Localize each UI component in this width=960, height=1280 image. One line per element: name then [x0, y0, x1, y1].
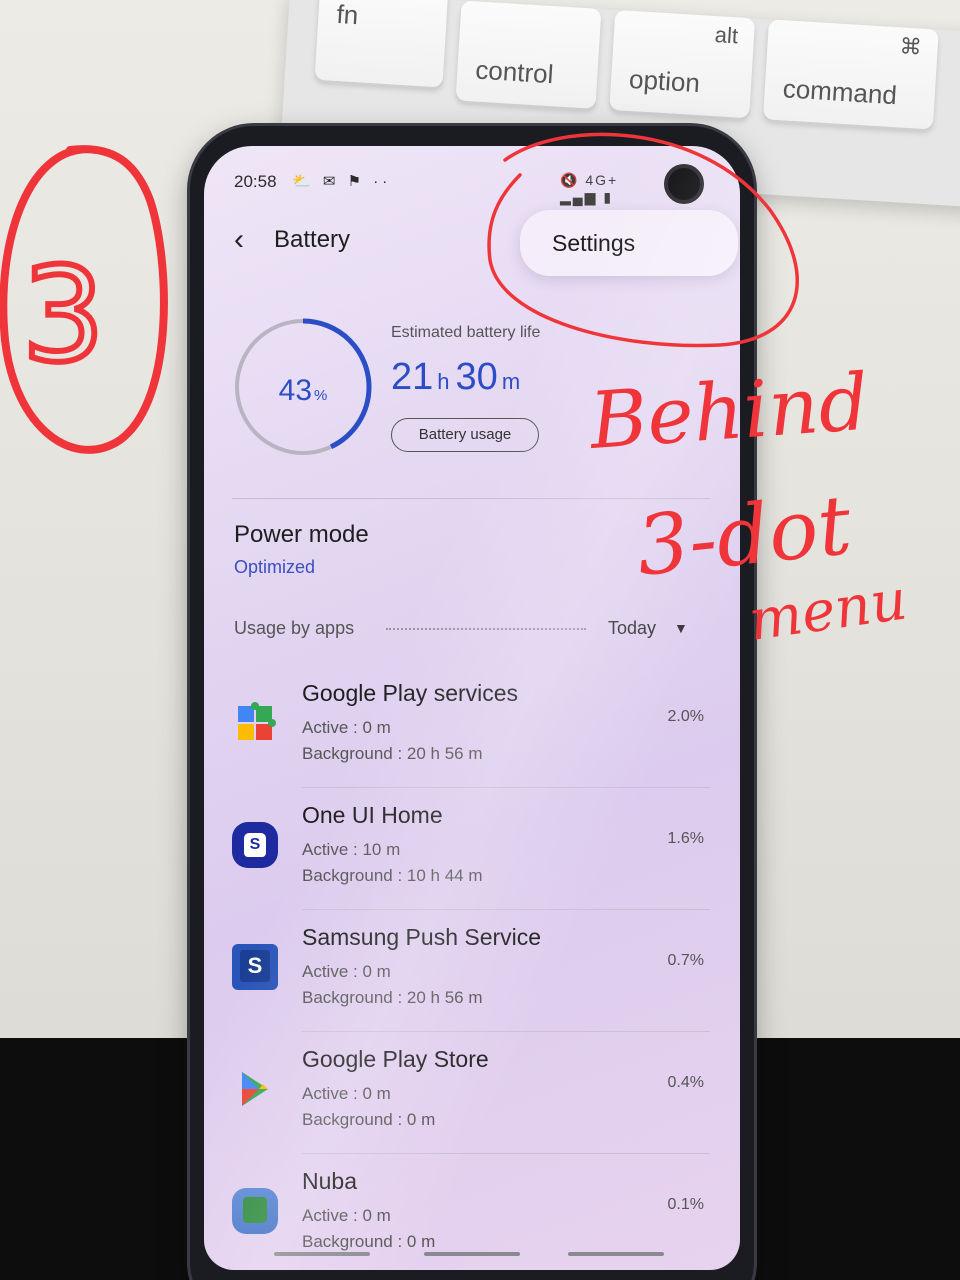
est-minutes-unit: m	[501, 369, 521, 394]
app-active-time: Active : 0 m	[302, 1084, 391, 1103]
app-usage-percent: 0.4%	[667, 1074, 704, 1091]
status-bar: 20:58 ⛅ ✉ ⚑ ·· 🔇 4G+ ▂▄▆ ▮	[234, 172, 654, 205]
list-item[interactable]: S Samsung Push Service Active : 0 m Back…	[204, 910, 740, 1032]
divider	[232, 498, 710, 499]
battery-summary: 43% Estimated battery life 21 h 30 m Batter…	[204, 286, 740, 506]
app-active-time: Active : 0 m	[302, 962, 391, 981]
app-background-time: Background : 20 h 56 m	[302, 744, 483, 763]
battery-percent: 43%	[232, 374, 374, 408]
power-mode-value: Optimized	[234, 557, 316, 577]
nav-home-button[interactable]	[424, 1252, 520, 1256]
settings-menu-item[interactable]: Settings	[520, 210, 738, 276]
dotted-leader	[386, 628, 586, 630]
app-name: One UI Home	[302, 802, 443, 828]
power-mode-item[interactable]: Power mode Optimized	[234, 521, 369, 578]
app-name: Google Play Store	[302, 1046, 489, 1072]
usage-by-apps-header: Usage by apps Today ▼	[234, 616, 704, 644]
camera-icon	[664, 164, 704, 204]
status-time: 20:58	[234, 172, 277, 191]
estimated-life-value: 21 h 30 m	[391, 356, 526, 399]
app-background-time: Background : 0 m	[302, 1232, 436, 1251]
app-name: Google Play services	[302, 680, 519, 706]
power-mode-title: Power mode	[234, 521, 369, 548]
nuba-icon	[232, 1188, 278, 1234]
app-usage-percent: 2.0%	[667, 708, 704, 725]
key-control: control	[455, 0, 602, 109]
app-background-time: Background : 0 m	[302, 1110, 436, 1129]
app-background-time: Background : 20 h 56 m	[302, 988, 483, 1007]
battery-percent-value: 43	[278, 374, 313, 407]
key-option: alt option	[609, 9, 756, 119]
app-active-time: Active : 10 m	[302, 840, 401, 859]
key-command: ⌘ command	[762, 19, 939, 130]
list-item[interactable]: Google Play services Active : 0 m Backgr…	[204, 666, 740, 788]
list-item[interactable]: S One UI Home Active : 10 m Background :…	[204, 788, 740, 910]
play-store-icon	[242, 1072, 268, 1106]
app-name: Samsung Push Service	[302, 924, 542, 950]
app-usage-percent: 0.7%	[667, 952, 704, 969]
puzzle-icon	[238, 702, 276, 740]
est-minutes: 30	[455, 356, 498, 398]
battery-percent-unit: %	[314, 387, 328, 404]
app-usage-list: Google Play services Active : 0 m Backgr…	[204, 666, 740, 1270]
app-name: Nuba	[302, 1168, 357, 1194]
app-active-time: Active : 0 m	[302, 1206, 391, 1225]
est-hours-unit: h	[437, 369, 450, 394]
usage-by-apps-label: Usage by apps	[234, 618, 355, 638]
navigation-bar	[204, 1252, 740, 1260]
nav-recents-button[interactable]	[274, 1252, 370, 1256]
notification-icons: ⛅ ✉ ⚑ ··	[292, 173, 392, 190]
nav-back-button[interactable]	[568, 1252, 664, 1256]
app-active-time: Active : 0 m	[302, 718, 391, 737]
home-s-icon: S	[232, 822, 278, 868]
key-fn: fn	[314, 0, 449, 88]
estimated-life-label: Estimated battery life	[391, 324, 541, 341]
page-title: Battery	[274, 226, 351, 253]
chevron-down-icon[interactable]: ▼	[674, 620, 688, 636]
app-usage-percent: 0.1%	[667, 1196, 704, 1213]
back-arrow-icon[interactable]: ‹	[234, 225, 262, 255]
push-s-icon: S	[232, 944, 278, 990]
phone-screen: 20:58 ⛅ ✉ ⚑ ·· 🔇 4G+ ▂▄▆ ▮ ‹ Battery 43%…	[204, 146, 740, 1270]
est-hours: 21	[391, 356, 434, 398]
list-item[interactable]: Google Play Store Active : 0 m Backgroun…	[204, 1032, 740, 1154]
app-background-time: Background : 10 h 44 m	[302, 866, 483, 885]
battery-usage-button[interactable]: Battery usage	[391, 418, 539, 452]
app-usage-percent: 1.6%	[667, 830, 704, 847]
signal-battery-icons: 🔇 4G+ ▂▄▆ ▮	[560, 172, 619, 205]
period-dropdown[interactable]: Today	[608, 618, 656, 639]
